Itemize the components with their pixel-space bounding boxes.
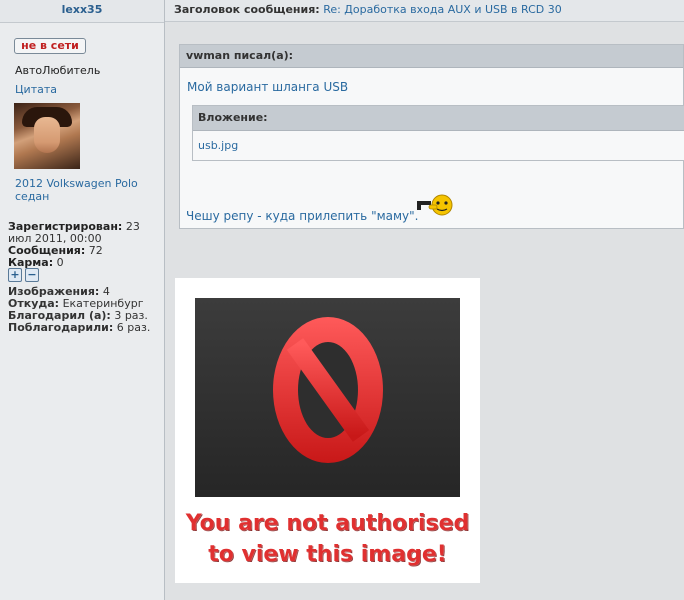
posts-value: 72 (88, 244, 103, 257)
was-thanked-label: Поблагодарили: (8, 321, 114, 334)
quote-link[interactable]: Цитата (15, 83, 57, 96)
karma-plus-button[interactable]: + (8, 268, 22, 282)
post-subject-bar: Заголовок сообщения: Re: Доработка входа… (165, 0, 684, 22)
was-thanked-value: 6 раз. (116, 321, 151, 334)
post-text: Чешу репу - куда прилепить "маму". (186, 209, 419, 223)
quote-text: Мой вариант шланга USB (187, 80, 349, 94)
subject-link[interactable]: Re: Доработка входа AUX и USB в RCD 30 (323, 3, 562, 16)
karma-controls: + − (8, 268, 42, 282)
prohibited-icon (273, 317, 383, 463)
blocked-image-background (195, 298, 460, 497)
blocked-message-line1: You are not authorised (185, 511, 470, 536)
attachment-label: Вложение: (193, 106, 684, 131)
user-stats: Зарегистрирован: 23 июл 2011, 00:00 Сооб… (8, 221, 160, 269)
avatar (14, 103, 80, 169)
quote-author: vwman писал(а): (180, 45, 683, 68)
blocked-image-placeholder: You are not authorised to view this imag… (175, 278, 480, 583)
karma-value: 0 (56, 256, 64, 269)
user-car[interactable]: 2012 Volkswagen Polo седан (15, 177, 155, 203)
attachment-block: Вложение: usb.jpg (192, 105, 684, 161)
subject-label: Заголовок сообщения: (174, 3, 320, 16)
user-rank: АвтоЛюбитель (15, 64, 101, 77)
author-sidebar: lexx35 не в сети АвтоЛюбитель Цитата 201… (0, 0, 165, 600)
user-stats-more: Изображения: 4 Откуда: Екатеринбург Благ… (8, 286, 168, 334)
username[interactable]: lexx35 (0, 0, 164, 23)
online-status-badge: не в сети (14, 38, 86, 54)
attachment-link[interactable]: usb.jpg (198, 139, 238, 152)
avatar-face (34, 117, 60, 153)
blocked-message-line2: to view this image! (208, 542, 447, 567)
karma-minus-button[interactable]: − (25, 268, 39, 282)
shooting-smiley-icon (417, 194, 453, 216)
